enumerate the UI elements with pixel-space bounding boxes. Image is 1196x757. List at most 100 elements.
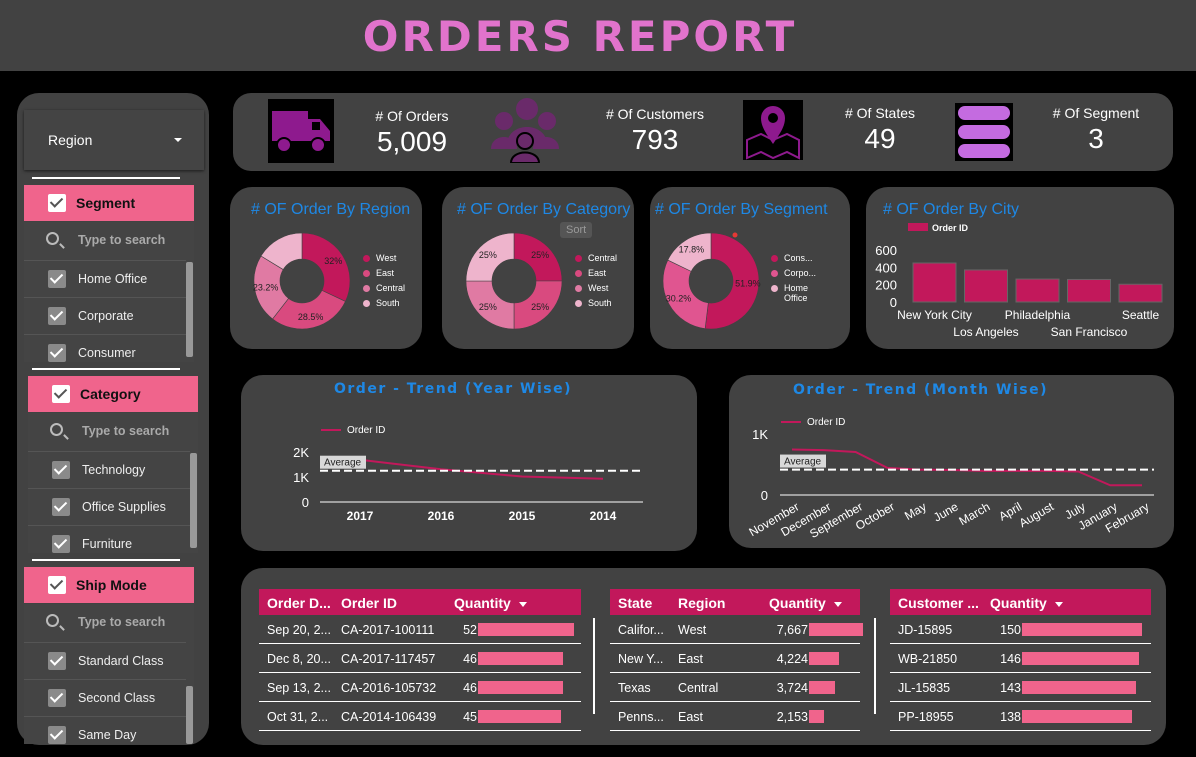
column-header[interactable]: Region [678,595,725,611]
column-header-label: Order D... [267,595,331,611]
legend-dot [771,270,778,278]
segment-filter-header[interactable]: Segment [24,185,194,221]
segment-option[interactable]: Home Office [24,260,186,297]
series-line[interactable] [359,458,604,480]
checkbox-icon[interactable] [48,576,66,594]
series-line[interactable] [791,448,1142,487]
legend-item[interactable]: West [363,253,396,263]
table-cell: Sep 13, 2... [267,681,331,695]
search-icon [46,614,59,627]
column-header[interactable]: State [618,595,652,611]
sort-desc-icon[interactable] [518,601,527,607]
segment-filter-label: Segment [76,195,136,211]
sort-desc-icon[interactable] [833,601,842,607]
category-search-input[interactable]: Type to search [28,413,198,450]
legend-item[interactable]: South [363,298,400,308]
search-icon [50,423,63,436]
checkbox-icon[interactable] [52,535,70,553]
bar[interactable] [964,269,1008,303]
column-header[interactable]: Customer ... [898,595,979,611]
scrollbar[interactable] [186,262,193,357]
segment-search-input[interactable]: Type to search [24,222,194,259]
table-cell: Califor... [618,623,664,637]
bar[interactable] [1015,278,1060,303]
x-tick-label: 2017 [347,509,374,523]
legend-item[interactable]: Central [575,253,617,263]
search-icon [46,232,59,245]
slice-label: 25% [479,250,497,260]
checkbox-icon[interactable] [52,461,70,479]
ship-mode-option[interactable]: Same Day [24,716,186,744]
checkbox-icon[interactable] [48,726,66,744]
checkbox-icon[interactable] [48,270,66,288]
segment-option[interactable]: Corporate [24,297,186,334]
bar[interactable] [1067,278,1111,303]
checkbox-icon[interactable] [48,307,66,325]
checkbox-icon[interactable] [48,194,66,212]
map-pin-icon [743,100,803,160]
category-option[interactable]: Furniture [28,525,190,553]
quantity-cell: 143 [1000,681,1021,695]
table-row[interactable]: JL-15835 143 [890,673,1151,702]
legend-item[interactable]: Home Office [771,283,818,303]
legend-item[interactable]: Central [363,283,405,293]
checkbox-icon[interactable] [52,498,70,516]
legend-swatch [908,223,928,231]
scrollbar[interactable] [190,453,197,548]
x-tick-label: Philadelphia [1005,308,1071,322]
table-row[interactable]: JD-15895 150 [890,615,1151,644]
column-header[interactable]: Quantity [454,595,527,611]
table-row[interactable]: Califor... West 7,667 [610,615,863,644]
quantity-cell: 3,724 [776,681,808,695]
donut-slice[interactable] [301,232,351,302]
option-label: Furniture [82,537,133,551]
table-row[interactable]: Sep 20, 2... CA-2017-100111 52 [259,615,581,644]
ship-mode-search-input[interactable]: Type to search [24,604,194,641]
column-header[interactable]: Quantity [769,595,842,611]
checkbox-icon[interactable] [52,385,70,403]
quantity-bar [809,652,839,665]
legend-item[interactable]: East [363,268,394,278]
y-tick-label: 400 [875,260,897,275]
category-option[interactable]: Technology [28,451,190,488]
legend-label: Order ID [932,223,969,233]
legend-dot [363,270,370,278]
ship-mode-option[interactable]: Standard Class [24,642,186,679]
page-title: ORDERS REPORT [362,12,798,61]
column-header[interactable]: Order D... [267,595,331,611]
table-row[interactable]: Oct 31, 2... CA-2014-106439 45 [259,702,581,731]
kpi-customers-label: # Of Customers [605,106,705,122]
table-row[interactable]: Sep 13, 2... CA-2016-105732 46 [259,673,581,702]
table-row[interactable]: New Y... East 4,224 [610,644,860,673]
column-header[interactable]: Order ID [341,595,397,611]
legend-item[interactable]: East [575,268,606,278]
legend-label: Corpo... [784,268,817,278]
legend-item[interactable]: Corpo... [771,268,816,278]
region-donut-chart: 32% 28.5% 23.2% [253,232,351,330]
table-row[interactable]: WB-21850 146 [890,644,1151,673]
category-option[interactable]: Office Supplies [28,488,190,525]
scrollbar[interactable] [186,686,193,744]
category-filter-header[interactable]: Category [28,376,198,412]
checkbox-icon[interactable] [48,344,66,362]
region-dropdown[interactable]: Region [24,110,204,170]
legend-item[interactable]: Cons... [771,253,813,263]
bar[interactable] [912,262,957,303]
checkbox-icon[interactable] [48,689,66,707]
ship-mode-filter-header[interactable]: Ship Mode [24,567,194,603]
checkbox-icon[interactable] [48,652,66,670]
sort-button[interactable]: Sort [560,222,593,238]
table-row[interactable]: PP-18955 138 [890,702,1151,731]
segment-option[interactable]: Consumer [24,334,186,362]
table-row[interactable]: Dec 8, 20... CA-2017-117457 46 [259,644,581,673]
ship-mode-option[interactable]: Second Class [24,679,186,716]
chart-title: Order - Trend (Month Wise) [793,382,1048,398]
legend-item[interactable]: South [575,298,612,308]
legend-item[interactable]: West [575,283,608,293]
ship-mode-filter-label: Ship Mode [76,577,147,593]
column-header[interactable]: Quantity [990,595,1063,611]
sort-desc-icon[interactable] [1054,601,1063,607]
table-row[interactable]: Penns... East 2,153 [610,702,860,731]
table-row[interactable]: Texas Central 3,724 [610,673,860,702]
bar[interactable] [1118,283,1163,303]
